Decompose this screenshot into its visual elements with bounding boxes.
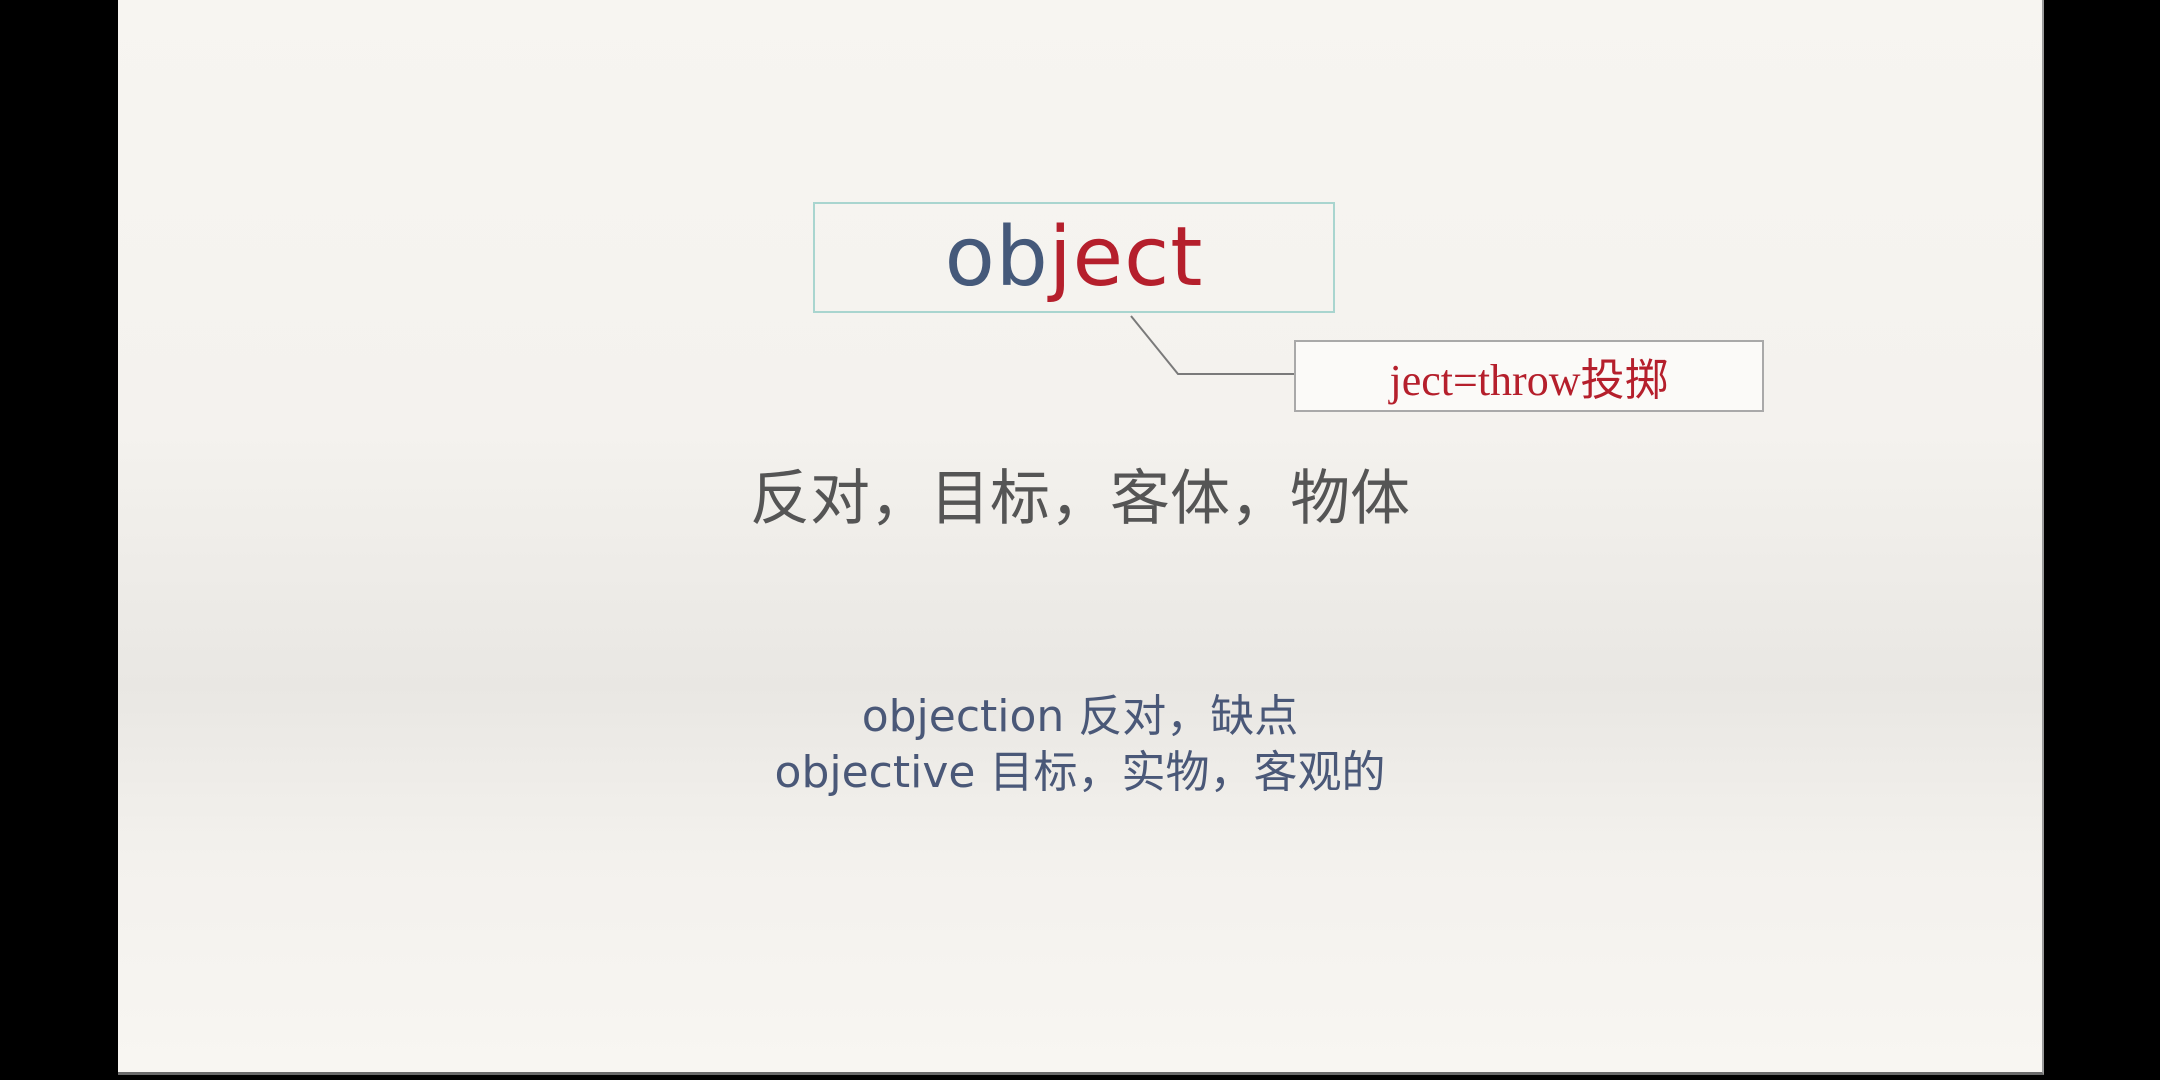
headword-root: ob bbox=[944, 209, 1049, 305]
derived-word-line: objection 反对，缺点 bbox=[118, 680, 2042, 744]
headword-meaning: 反对，目标，客体，物体 bbox=[750, 464, 1410, 534]
derived-word-meaning: 目标，实物，客观的 bbox=[989, 747, 1386, 798]
derived-word: objection bbox=[861, 691, 1065, 742]
derived-word-line: objective 目标，实物，客观的 bbox=[118, 736, 2042, 800]
root-meaning-callout: ject=throw投掷 bbox=[1294, 340, 1764, 412]
video-frame: ob ject ject=throw投掷 反对，目标，客体，物体 objectio… bbox=[0, 0, 2160, 1080]
derived-word-meaning: 反对，缺点 bbox=[1078, 691, 1299, 742]
derived-word: objective bbox=[774, 747, 976, 798]
headword-box: ob ject bbox=[813, 202, 1335, 313]
slide: ob ject ject=throw投掷 反对，目标，客体，物体 objectio… bbox=[118, 0, 2044, 1075]
headword-suffix: ject bbox=[1048, 209, 1204, 305]
